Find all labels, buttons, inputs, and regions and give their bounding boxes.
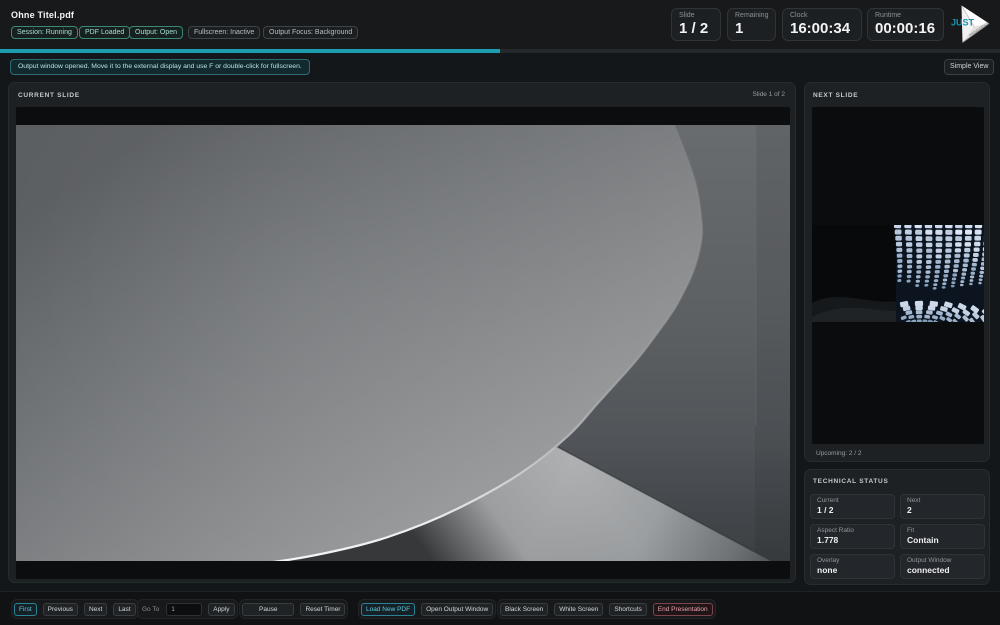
svg-text:JUST: JUST — [951, 18, 975, 28]
